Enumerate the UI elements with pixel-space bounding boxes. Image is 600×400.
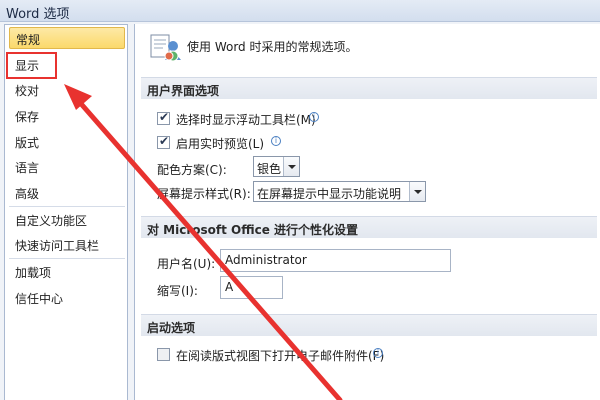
checkmark-icon: ✔ xyxy=(159,134,170,148)
section-header-startup: 启动选项 xyxy=(141,314,597,336)
screentip-style-select[interactable]: 在屏幕提示中显示功能说明 xyxy=(253,181,426,202)
options-main-panel: 使用 Word 时采用的常规选项。 用户界面选项 ✔ 选择时显示浮动工具栏(M)… xyxy=(134,24,600,400)
sidebar-item-customize-ribbon[interactable]: 自定义功能区 xyxy=(9,209,125,231)
live-preview-label: 启用实时预览(L) xyxy=(176,137,265,151)
sidebar-item-add-ins[interactable]: 加载项 xyxy=(9,261,125,283)
annotation-highlight-box xyxy=(6,52,57,79)
sidebar-item-advanced[interactable]: 高级 xyxy=(9,182,125,204)
checkmark-icon: ✔ xyxy=(159,110,170,124)
info-icon: i xyxy=(271,136,281,146)
open-reading-view-checkbox[interactable] xyxy=(157,348,170,361)
section-header-ui-options: 用户界面选项 xyxy=(141,77,597,99)
sidebar-item-quick-access-toolbar[interactable]: 快速访问工具栏 xyxy=(9,234,125,256)
sidebar-item-trust-center[interactable]: 信任中心 xyxy=(9,287,125,309)
sidebar-divider xyxy=(9,206,125,207)
chevron-down-icon xyxy=(409,182,425,201)
open-reading-view-label: 在阅读版式视图下打开电子邮件附件(F) xyxy=(176,349,385,363)
screentip-style-value: 在屏幕提示中显示功能说明 xyxy=(257,187,402,201)
username-label: 用户名(U): xyxy=(157,257,216,271)
intro-text: 使用 Word 时采用的常规选项。 xyxy=(187,40,358,54)
info-icon: i xyxy=(373,348,383,358)
initials-label: 缩写(I): xyxy=(157,284,198,298)
general-options-icon xyxy=(150,34,181,62)
sidebar-item-general[interactable]: 常规 xyxy=(9,27,125,49)
chevron-down-icon xyxy=(283,157,299,176)
section-header-personalize: 对 Microsoft Office 进行个性化设置 xyxy=(141,216,597,238)
sidebar-item-layout[interactable]: 版式 xyxy=(9,131,125,153)
color-scheme-label: 配色方案(C): xyxy=(157,163,227,177)
screentip-style-label: 屏幕提示样式(R): xyxy=(157,187,251,201)
sidebar-item-language[interactable]: 语言 xyxy=(9,156,125,178)
initials-input[interactable]: A xyxy=(220,276,283,299)
info-icon: i xyxy=(309,112,319,122)
title-bar: Word 选项 xyxy=(0,0,600,22)
sidebar-item-proofing[interactable]: 校对 xyxy=(9,79,125,101)
window-title: Word 选项 xyxy=(6,7,70,22)
color-scheme-value: 银色 xyxy=(257,162,282,176)
options-sidebar: 常规 显示 校对 保存 版式 语言 高级 自定义功能区 快速访问工具栏 加载项 … xyxy=(4,24,128,400)
sidebar-divider xyxy=(9,258,125,259)
show-mini-toolbar-label: 选择时显示浮动工具栏(M) xyxy=(176,113,316,127)
show-mini-toolbar-checkbox[interactable]: ✔ xyxy=(157,110,170,125)
username-input[interactable]: Administrator xyxy=(220,249,451,272)
color-scheme-select[interactable]: 银色 xyxy=(253,156,300,177)
live-preview-checkbox[interactable]: ✔ xyxy=(157,134,170,149)
sidebar-item-save[interactable]: 保存 xyxy=(9,105,125,127)
